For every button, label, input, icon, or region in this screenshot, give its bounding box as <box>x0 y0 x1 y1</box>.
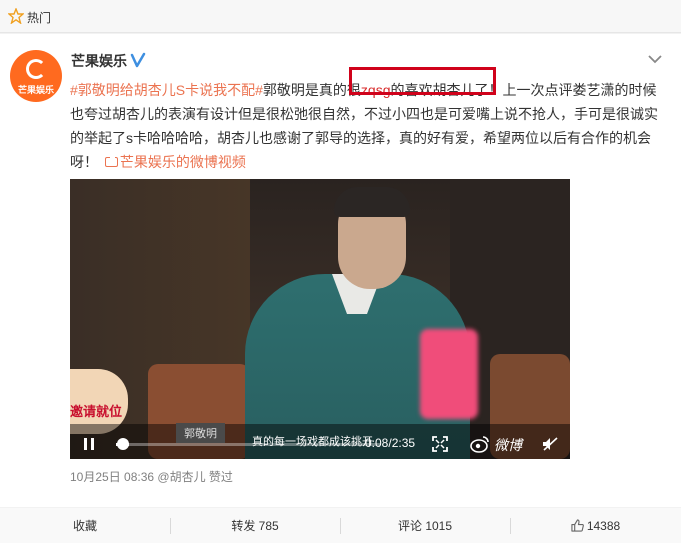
hashtag-link[interactable]: #郭敬明给胡杏儿S卡说我不配# <box>70 82 263 98</box>
video-link[interactable]: 芒果娱乐的微博视频 <box>120 154 246 170</box>
post-text-1: 郭敬明是真的很 <box>262 82 361 98</box>
fullscreen-icon[interactable] <box>432 436 448 452</box>
hot-topbar: 热门 <box>0 0 681 33</box>
highlight-word: zqsg <box>360 82 391 98</box>
repost-label: 转发 785 <box>231 519 279 533</box>
video-link-icon <box>104 153 118 168</box>
progress-thumb[interactable] <box>117 438 129 450</box>
avatar-logo-text: 芒果娱乐 <box>17 85 54 95</box>
favorite-label: 收藏 <box>72 519 97 533</box>
caption-text: 真的每一场戏都成该挑开 <box>252 436 373 448</box>
comment-label: 评论 1015 <box>397 519 453 533</box>
post-source[interactable]: @胡杏儿 赞过 <box>157 470 233 484</box>
avatar-logo-icon <box>26 59 46 79</box>
like-button[interactable]: 14388 <box>510 508 681 543</box>
weibo-logo-icon <box>470 436 489 453</box>
video-person-hair <box>334 187 410 217</box>
weibo-post-card: 芒果娱乐 芒果娱乐 #郭敬明给胡杏儿S卡说我不配#郭敬明是真的很zqsg的喜欢胡… <box>0 34 681 543</box>
comment-button[interactable]: 评论 1015 <box>340 508 510 543</box>
post-text-2: 的喜欢胡杏儿了 <box>390 82 489 98</box>
favorite-button[interactable]: 收藏 <box>0 508 170 543</box>
post-meta: 10月25日 08:36 @胡杏儿 赞过 <box>70 468 233 485</box>
thumbs-up-icon <box>571 519 584 532</box>
weibo-watermark: 微博 <box>494 437 522 453</box>
hot-label: 热门 <box>27 11 52 25</box>
like-count: 14388 <box>586 519 621 533</box>
action-bar: 收藏 转发 785 评论 1015 14388 <box>0 507 681 543</box>
avatar[interactable]: 芒果娱乐 <box>10 50 62 102</box>
post-date[interactable]: 10月25日 08:36 <box>70 470 154 484</box>
show-logo-text: 邀请就位 <box>70 404 123 419</box>
author-name[interactable]: 芒果娱乐 <box>71 51 127 71</box>
post-text: #郭敬明给胡杏儿S卡说我不配#郭敬明是真的很zqsg的喜欢胡杏儿了！上一次点评娄… <box>70 78 670 174</box>
video-player[interactable]: 邀请就位 郭敬明 真的每一场戏都成该挑开 0:08/2:35 微博 <box>70 179 570 459</box>
caption-name: 郭敬明 <box>176 423 225 443</box>
video-time: 0:08/2:35 <box>365 436 416 450</box>
pause-icon[interactable] <box>82 437 96 451</box>
repost-button[interactable]: 转发 785 <box>170 508 340 543</box>
volume-mute-icon[interactable] <box>542 437 558 451</box>
video-blurred-card <box>420 329 478 419</box>
chevron-down-icon[interactable] <box>648 54 662 64</box>
progress-bar[interactable] <box>116 443 380 446</box>
verified-icon <box>130 52 146 68</box>
star-icon <box>8 8 24 24</box>
